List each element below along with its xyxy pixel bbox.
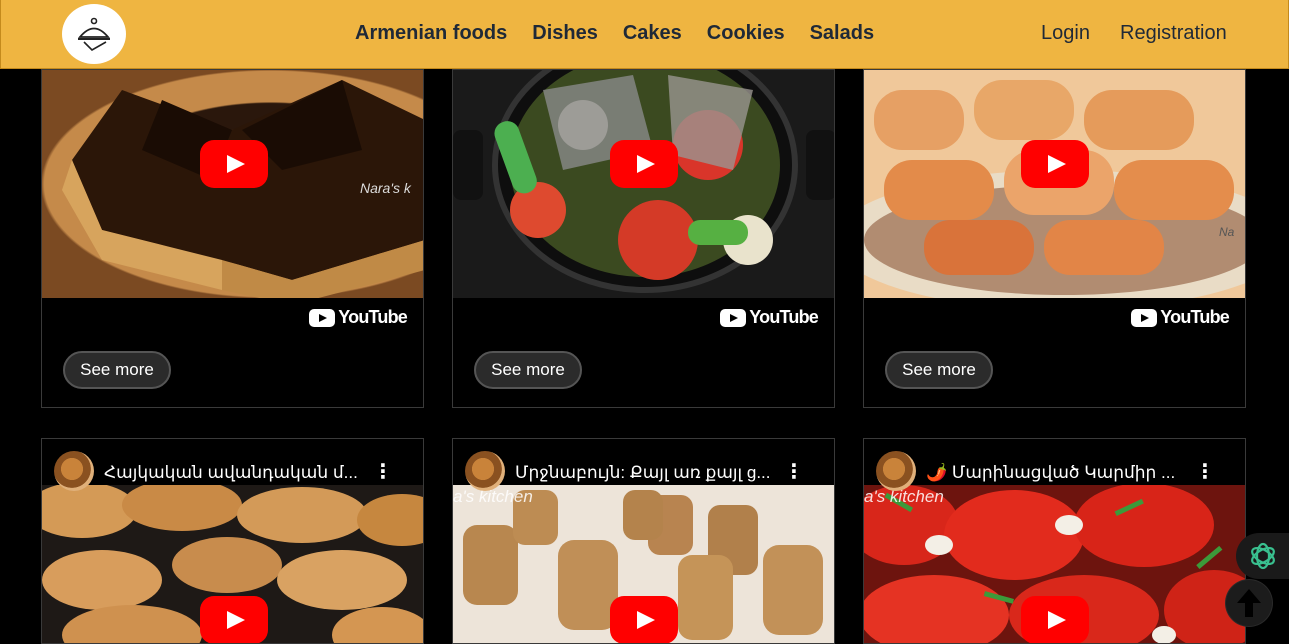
youtube-logo-icon[interactable]: YouTube <box>309 307 408 328</box>
kebab-menu-icon[interactable]: ⋮ <box>1195 462 1215 482</box>
logo[interactable] <box>62 4 126 64</box>
channel-avatar[interactable] <box>54 451 94 491</box>
scroll-to-top-button[interactable] <box>1225 579 1273 627</box>
video-title[interactable]: Մրջնաբույն: Քայլ առ քայլ g... <box>515 463 775 483</box>
video-thumbnail[interactable] <box>453 70 834 298</box>
navbar: Armenian foods Dishes Cakes Cookies Sala… <box>0 0 1289 69</box>
watermark: a's kitchen <box>453 487 533 506</box>
main-nav: Armenian foods Dishes Cakes Cookies Sala… <box>355 22 874 45</box>
login-link[interactable]: Login <box>1041 22 1090 45</box>
video-thumbnail[interactable]: a's kitchen <box>864 485 1245 643</box>
channel-avatar[interactable] <box>876 451 916 491</box>
video-title[interactable]: Հայկական ավանդական մ... <box>104 463 364 483</box>
see-more-button[interactable]: See more <box>474 351 582 389</box>
watermark: Nara's k <box>360 180 411 196</box>
play-icon[interactable] <box>610 140 678 188</box>
nav-link-cakes[interactable]: Cakes <box>623 22 682 45</box>
youtube-footer: YouTube <box>453 298 834 338</box>
video-thumbnail[interactable] <box>42 485 423 643</box>
chatgpt-button[interactable] <box>1236 533 1289 579</box>
chef-cloche-icon <box>78 17 110 51</box>
watermark: Na <box>1219 225 1235 239</box>
video-card: Na YouTube See more <box>863 69 1246 408</box>
video-card: Nara's k YouTube See more <box>41 69 424 408</box>
play-icon[interactable] <box>1021 140 1089 188</box>
youtube-footer: YouTube <box>864 298 1245 338</box>
play-icon[interactable] <box>1021 596 1089 643</box>
play-icon[interactable] <box>200 140 268 188</box>
video-thumbnail[interactable]: Nara's k <box>42 70 423 298</box>
registration-link[interactable]: Registration <box>1120 22 1227 45</box>
youtube-logo-icon[interactable]: YouTube <box>1131 307 1230 328</box>
nav-link-cookies[interactable]: Cookies <box>707 22 785 45</box>
youtube-logo-icon[interactable]: YouTube <box>720 307 819 328</box>
channel-avatar[interactable] <box>465 451 505 491</box>
video-thumbnail[interactable]: Na <box>864 70 1245 298</box>
play-icon[interactable] <box>610 596 678 643</box>
nav-link-armenian-foods[interactable]: Armenian foods <box>355 22 507 45</box>
video-card: a's kitchen 🌶️ Մարինացված Կարմիր ... ⋮ <box>863 438 1246 644</box>
watermark: a's kitchen <box>864 487 944 506</box>
chatgpt-icon <box>1250 542 1275 570</box>
nav-link-salads[interactable]: Salads <box>810 22 874 45</box>
kebab-menu-icon[interactable]: ⋮ <box>373 462 393 482</box>
nav-link-dishes[interactable]: Dishes <box>532 22 598 45</box>
video-title[interactable]: 🌶️ Մարինացված Կարմիր ... <box>926 463 1186 483</box>
see-more-button[interactable]: See more <box>63 351 171 389</box>
youtube-footer: YouTube <box>42 298 423 338</box>
video-card: Հայկական ավանդական մ... ⋮ <box>41 438 424 644</box>
see-more-button[interactable]: See more <box>885 351 993 389</box>
video-card: a's kitchen Մրջնաբույն: Քայլ առ քայլ g..… <box>452 438 835 644</box>
video-thumbnail[interactable]: a's kitchen <box>453 485 834 643</box>
video-card: YouTube See more <box>452 69 835 408</box>
play-icon[interactable] <box>200 596 268 643</box>
kebab-menu-icon[interactable]: ⋮ <box>784 462 804 482</box>
arrow-up-icon <box>1226 580 1272 626</box>
